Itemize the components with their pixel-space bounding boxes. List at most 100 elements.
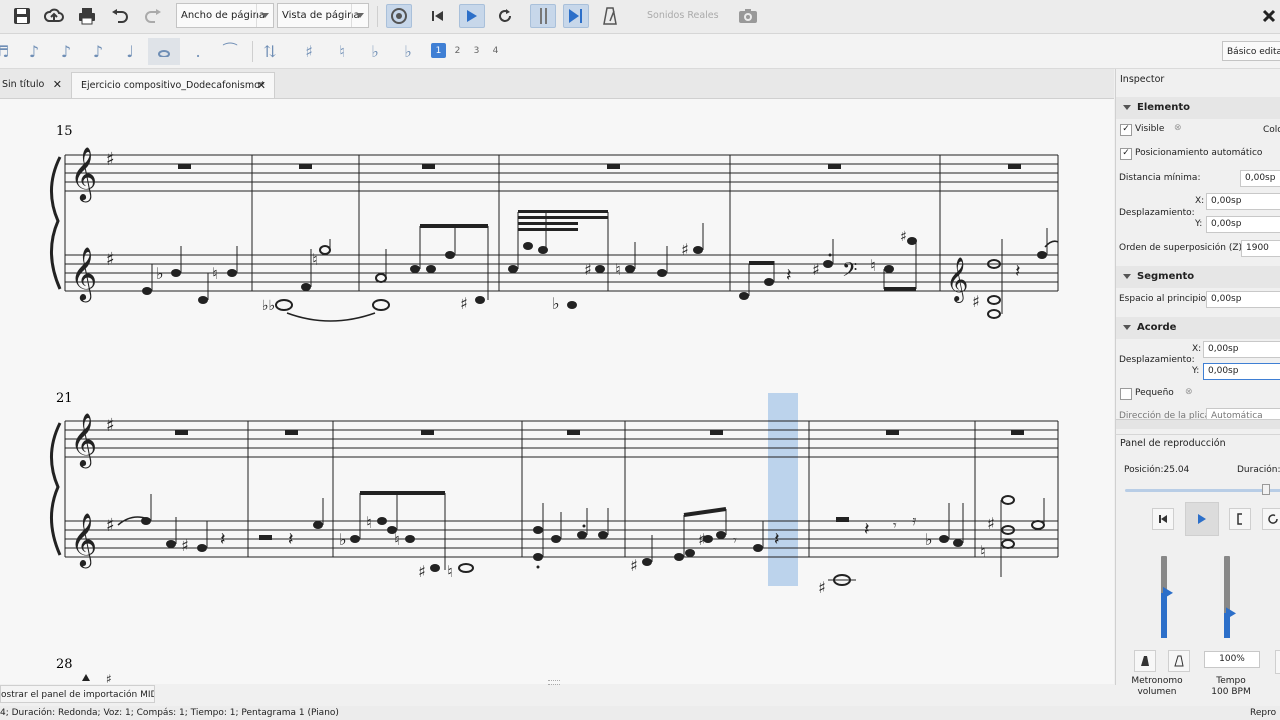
measure-number: 28 — [56, 657, 73, 672]
score-tabs: Sin título ✕ Ejercicio compositivo_Dodec… — [0, 69, 1114, 99]
rewind-icon — [1159, 515, 1167, 523]
z-order-field[interactable]: 1900 — [1241, 240, 1280, 257]
tab-dodecaphonism[interactable]: Ejercicio compositivo_Dodecafonismo* ✕ — [71, 72, 275, 98]
play-icon[interactable] — [459, 4, 485, 28]
metronome-volume-knob[interactable] — [1163, 586, 1173, 599]
svg-text:♯: ♯ — [106, 672, 112, 684]
tempo-percent-field[interactable]: 100% — [1204, 651, 1260, 668]
loop-in-icon[interactable] — [530, 4, 556, 28]
metronome-caption-line: volumen — [1137, 687, 1177, 697]
workspace-combo[interactable]: Básico editar — [1222, 41, 1280, 61]
position-slider-track[interactable] — [1125, 489, 1280, 492]
z-order-label: Orden de superposición (Z): — [1119, 243, 1246, 253]
toolbar-divider — [252, 41, 253, 62]
sixteenth-note-icon[interactable]: ♪ — [52, 39, 80, 63]
voice-4-button[interactable]: 4 — [488, 43, 503, 58]
sharp-icon[interactable]: ♯ — [295, 39, 323, 63]
y-label: Y: — [1195, 219, 1203, 229]
natural-icon[interactable]: ♮ — [328, 39, 356, 63]
tempo-knob[interactable] — [1226, 607, 1236, 620]
x-label: X: — [1195, 196, 1205, 206]
chevron-down-icon — [1123, 325, 1131, 330]
eighth-note-icon[interactable]: ♪ — [84, 39, 112, 63]
visible-label: Visible — [1135, 124, 1165, 134]
save-icon[interactable] — [9, 4, 35, 28]
voice-1-button[interactable]: 1 — [431, 43, 446, 58]
svg-text:♭: ♭ — [339, 530, 347, 549]
status-right: Repro — [1250, 708, 1277, 718]
close-panel-icon[interactable] — [1256, 4, 1280, 28]
svg-text:♯: ♯ — [812, 260, 820, 279]
cloud-upload-icon[interactable] — [41, 4, 67, 28]
mixer-icon[interactable] — [386, 4, 412, 28]
autoplace-checkbox[interactable]: ✓ — [1120, 148, 1132, 160]
augmentation-dot-icon[interactable]: . — [184, 39, 212, 63]
page-width-combo[interactable]: Ancho de página — [176, 3, 274, 28]
resize-grip[interactable] — [548, 680, 560, 685]
svg-text:♯: ♯ — [630, 556, 638, 575]
measure-number: 15 — [56, 124, 73, 139]
section-chord[interactable]: Acorde — [1116, 317, 1280, 339]
count-in-button[interactable] — [1168, 650, 1190, 672]
voice-2-button[interactable]: 2 — [450, 43, 465, 58]
loop-out-icon[interactable] — [563, 4, 589, 28]
sixtyfourth-note-icon[interactable]: ♬ — [0, 39, 16, 63]
flip-direction-icon[interactable]: ⇅ — [256, 39, 284, 63]
rewind-icon[interactable] — [425, 4, 451, 28]
svg-text:𝄾: 𝄾 — [893, 518, 897, 534]
metronome-toggle-button[interactable] — [1134, 650, 1156, 672]
more-button[interactable] — [1275, 650, 1280, 674]
thirtysecond-note-icon[interactable]: ♪ — [20, 39, 48, 63]
inspector-scrollbar[interactable] — [1116, 419, 1280, 429]
leading-space-field[interactable]: 0,00sp — [1206, 291, 1280, 308]
chord-offset-y-field[interactable]: 0,00sp — [1203, 363, 1280, 380]
whole-note-icon[interactable] — [148, 38, 180, 65]
undo-icon[interactable] — [107, 4, 133, 28]
reset-icon[interactable]: ⊗ — [1185, 387, 1193, 397]
tie-icon[interactable]: ⁀ — [216, 39, 244, 63]
section-element[interactable]: Elemento — [1116, 97, 1280, 119]
flat-icon[interactable]: ♭ — [361, 39, 389, 63]
real-sounds-label[interactable]: Sonidos Reales — [647, 10, 719, 21]
offset-x-field[interactable]: 0,00sp — [1206, 193, 1280, 210]
view-mode-combo[interactable]: Vista de página — [277, 3, 369, 28]
close-icon[interactable]: ✕ — [53, 72, 62, 98]
svg-text:♮: ♮ — [980, 542, 986, 561]
tab-untitled[interactable]: Sin título ✕ — [0, 72, 70, 98]
section-segment[interactable]: Segmento — [1116, 266, 1280, 288]
svg-text:♯: ♯ — [681, 240, 689, 259]
loop-in-button[interactable] — [1229, 508, 1251, 530]
svg-text:♮: ♮ — [312, 250, 318, 269]
svg-text:♯: ♯ — [900, 229, 907, 245]
measure-number: 21 — [56, 391, 73, 406]
metronome-icon[interactable] — [597, 4, 623, 28]
view-mode-combo-label: Vista de página — [282, 10, 360, 21]
min-distance-field[interactable]: 0,00sp — [1240, 170, 1280, 187]
chevron-down-icon — [256, 4, 273, 27]
reset-icon[interactable]: ⊗ — [1174, 123, 1182, 133]
loop-button[interactable] — [1262, 508, 1280, 530]
double-flat-icon[interactable]: ♭ — [394, 39, 422, 63]
score-canvas[interactable]: 15 21 28 𝄞 𝄞 ♯ ♯ ♭ ♮ ♭♭ ♮ ♯ ♭ ♯ ♮ ♯ 𝄽 ♯ … — [0, 99, 1114, 684]
visible-checkbox[interactable]: ✓ — [1120, 124, 1132, 136]
svg-text:𝄽: 𝄽 — [786, 265, 792, 286]
small-checkbox[interactable] — [1120, 388, 1132, 400]
rewind-button[interactable] — [1152, 508, 1174, 530]
play-button[interactable] — [1185, 502, 1219, 536]
position-slider-knob[interactable] — [1261, 484, 1270, 495]
print-icon[interactable] — [74, 4, 100, 28]
quarter-note-icon[interactable]: ♩ — [116, 39, 144, 63]
redo-icon[interactable] — [140, 4, 166, 28]
show-midi-import-button[interactable]: ostrar el panel de importación MIDI — [0, 685, 155, 703]
svg-text:♯: ♯ — [106, 415, 115, 436]
loop-icon[interactable] — [492, 4, 518, 28]
close-icon[interactable]: ✕ — [257, 73, 266, 99]
tempo-slider[interactable] — [1224, 556, 1230, 638]
score-view[interactable]: 15 21 28 𝄞 𝄞 ♯ ♯ ♭ ♮ ♭♭ ♮ ♯ ♭ ♯ ♮ ♯ 𝄽 ♯ … — [0, 99, 1114, 684]
offset-y-field[interactable]: 0,00sp — [1206, 216, 1280, 233]
voice-3-button[interactable]: 3 — [469, 43, 484, 58]
svg-text:♮: ♮ — [366, 513, 372, 532]
chord-offset-x-field[interactable]: 0,00sp — [1203, 341, 1280, 358]
svg-text:♯: ♯ — [460, 294, 468, 313]
camera-icon[interactable] — [735, 4, 761, 28]
